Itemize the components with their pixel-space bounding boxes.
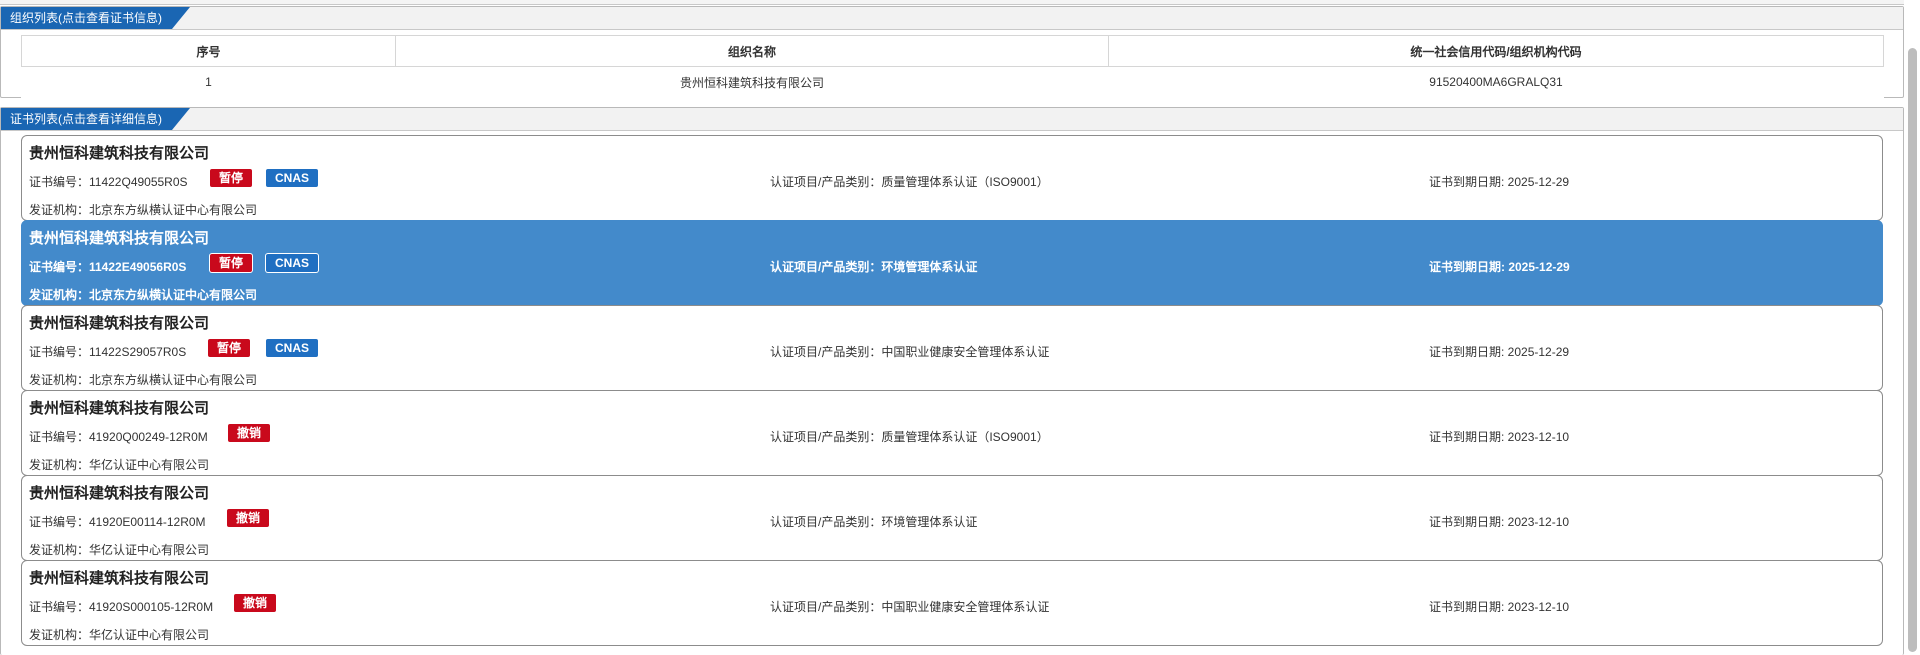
org-table: 序号 组织名称 统一社会信用代码/组织机构代码 1 贵州恒科建筑科技有限公司 9… xyxy=(21,35,1884,98)
cert-card[interactable]: 贵州恒科建筑科技有限公司 证书编号：41920E00114-12R0M 撤销 认… xyxy=(21,475,1883,561)
cert-list-panel: 证书列表(点击查看详细信息) 贵州恒科建筑科技有限公司 证书编号：11422Q4… xyxy=(0,107,1904,655)
cert-project: 认证项目/产品类别：质量管理体系认证（ISO9001） xyxy=(770,430,1049,444)
cert-company-name: 贵州恒科建筑科技有限公司 xyxy=(29,400,210,417)
cert-issuer: 发证机构：华亿认证中心有限公司 xyxy=(29,458,210,472)
cert-company-name: 贵州恒科建筑科技有限公司 xyxy=(29,315,210,332)
cert-company-name: 贵州恒科建筑科技有限公司 xyxy=(29,230,210,247)
cert-number: 证书编号：11422Q49055R0S xyxy=(29,175,188,189)
cert-project: 认证项目/产品类别：环境管理体系认证 xyxy=(770,260,978,274)
cert-expiry: 证书到期日期: 2023-12-10 xyxy=(1429,430,1570,444)
org-list-panel: 组织列表(点击查看证书信息) 序号 组织名称 统一社会信用代码/组织机构代码 1… xyxy=(0,6,1904,98)
status-badge: 撤销 xyxy=(227,509,270,527)
cnas-badge: CNAS xyxy=(266,169,319,187)
row-org-name[interactable]: 贵州恒科建筑科技有限公司 xyxy=(395,66,1109,98)
scrollbar-thumb[interactable] xyxy=(1908,48,1917,652)
cert-company-name: 贵州恒科建筑科技有限公司 xyxy=(29,570,210,587)
cert-card-selected[interactable]: 贵州恒科建筑科技有限公司 证书编号：11422E49056R0S 暂停 CNAS… xyxy=(21,220,1883,306)
org-list-panel-header: 组织列表(点击查看证书信息) xyxy=(1,7,1903,30)
cert-number: 证书编号：41920Q00249-12R0M xyxy=(29,430,208,444)
cert-issuer: 发证机构：北京东方纵横认证中心有限公司 xyxy=(29,373,258,387)
top-border xyxy=(0,0,1904,5)
header-credit-code: 统一社会信用代码/组织机构代码 xyxy=(1108,35,1884,67)
cert-expiry: 证书到期日期: 2023-12-10 xyxy=(1429,515,1570,529)
status-badge: 暂停 xyxy=(210,169,253,187)
cert-expiry: 证书到期日期: 2025-12-29 xyxy=(1429,345,1570,359)
cert-project: 认证项目/产品类别：环境管理体系认证 xyxy=(770,515,978,529)
row-index: 1 xyxy=(21,66,396,98)
cert-number: 证书编号：41920E00114-12R0M xyxy=(29,515,206,529)
cert-project: 认证项目/产品类别：质量管理体系认证（ISO9001） xyxy=(770,175,1049,189)
row-credit-code: 91520400MA6GRALQ31 xyxy=(1108,66,1884,98)
cnas-badge: CNAS xyxy=(266,254,319,272)
table-row[interactable]: 1 贵州恒科建筑科技有限公司 91520400MA6GRALQ31 xyxy=(21,66,1884,98)
status-badge: 撤销 xyxy=(234,594,277,612)
cert-card[interactable]: 贵州恒科建筑科技有限公司 证书编号：41920Q00249-12R0M 撤销 认… xyxy=(21,390,1883,476)
cert-company-name: 贵州恒科建筑科技有限公司 xyxy=(29,145,210,162)
cert-number: 证书编号：41920S000105-12R0M xyxy=(29,600,214,614)
cert-expiry: 证书到期日期: 2023-12-10 xyxy=(1429,600,1570,614)
cert-list-tab[interactable]: 证书列表(点击查看详细信息) xyxy=(1,108,190,130)
org-table-header-row: 序号 组织名称 统一社会信用代码/组织机构代码 xyxy=(21,35,1884,67)
org-list-tab[interactable]: 组织列表(点击查看证书信息) xyxy=(1,7,190,29)
header-index: 序号 xyxy=(21,35,396,67)
cert-card-list: 贵州恒科建筑科技有限公司 证书编号：11422Q49055R0S 暂停 CNAS… xyxy=(21,135,1883,646)
cert-number: 证书编号：11422S29057R0S xyxy=(29,345,187,359)
cert-card[interactable]: 贵州恒科建筑科技有限公司 证书编号：11422Q49055R0S 暂停 CNAS… xyxy=(21,135,1883,221)
cert-project: 认证项目/产品类别：中国职业健康安全管理体系认证 xyxy=(770,600,1050,614)
cert-issuer: 发证机构：北京东方纵横认证中心有限公司 xyxy=(29,288,258,302)
status-badge: 撤销 xyxy=(228,424,271,442)
status-badge: 暂停 xyxy=(210,254,253,272)
cert-company-name: 贵州恒科建筑科技有限公司 xyxy=(29,485,210,502)
cert-issuer: 发证机构：华亿认证中心有限公司 xyxy=(29,628,210,642)
status-badge: 暂停 xyxy=(208,339,251,357)
cert-number: 证书编号：11422E49056R0S xyxy=(29,260,187,274)
cert-issuer: 发证机构：北京东方纵横认证中心有限公司 xyxy=(29,203,258,217)
cert-project: 认证项目/产品类别：中国职业健康安全管理体系认证 xyxy=(770,345,1050,359)
cert-card[interactable]: 贵州恒科建筑科技有限公司 证书编号：41920S000105-12R0M 撤销 … xyxy=(21,560,1883,646)
cert-issuer: 发证机构：华亿认证中心有限公司 xyxy=(29,543,210,557)
cert-list-panel-header: 证书列表(点击查看详细信息) xyxy=(1,108,1903,131)
header-org-name: 组织名称 xyxy=(395,35,1109,67)
cert-expiry: 证书到期日期: 2025-12-29 xyxy=(1429,175,1570,189)
cert-expiry: 证书到期日期: 2025-12-29 xyxy=(1429,260,1570,274)
cnas-badge: CNAS xyxy=(266,339,319,357)
cert-card[interactable]: 贵州恒科建筑科技有限公司 证书编号：11422S29057R0S 暂停 CNAS… xyxy=(21,305,1883,391)
